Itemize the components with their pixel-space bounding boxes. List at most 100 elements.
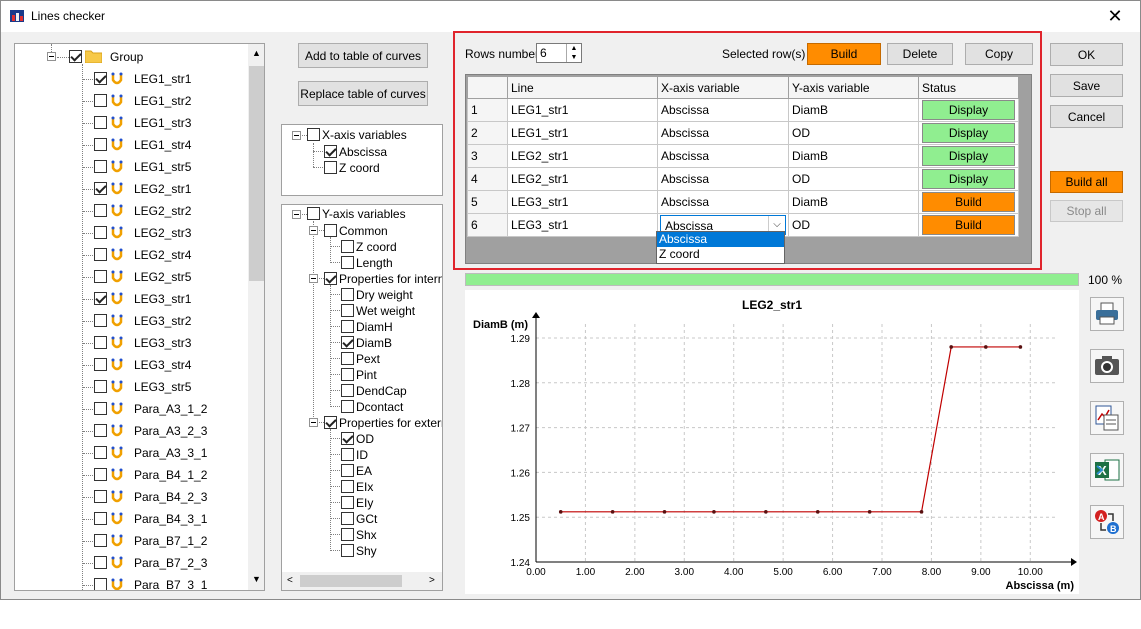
y-group-row[interactable]: Common — [282, 223, 442, 239]
y-variable-checkbox[interactable] — [341, 320, 354, 333]
tree-line-item[interactable]: LEG2_str3 — [15, 224, 248, 246]
lines-tree-scrollbar[interactable]: ▲ ▼ — [248, 44, 264, 590]
line-checkbox[interactable] — [94, 138, 107, 151]
y-variable-checkbox[interactable] — [341, 528, 354, 541]
table-header-x[interactable]: X-axis variable — [657, 76, 789, 99]
y-variable-item[interactable]: Dry weight — [282, 287, 442, 303]
tree-line-item[interactable]: LEG1_str4 — [15, 136, 248, 158]
tree-line-item[interactable]: LEG1_str3 — [15, 114, 248, 136]
y-variable-cell[interactable]: DiamB — [788, 144, 919, 168]
y-variable-checkbox[interactable] — [341, 512, 354, 525]
y-variable-item[interactable]: DiamH — [282, 319, 442, 335]
tree-line-item[interactable]: LEG1_str1 — [15, 70, 248, 92]
y-variable-cell[interactable]: DiamB — [788, 98, 919, 122]
y-group-row[interactable]: Properties for external — [282, 415, 442, 431]
tree-line-item[interactable]: LEG1_str5 — [15, 158, 248, 180]
tree-group-row[interactable]: Group — [15, 48, 248, 70]
scroll-up-icon[interactable]: ▲ — [252, 48, 261, 58]
line-checkbox[interactable] — [94, 314, 107, 327]
table-row[interactable]: 1 LEG1_str1 Abscissa DiamB Display — [467, 98, 1019, 122]
line-checkbox[interactable] — [94, 578, 107, 590]
dropdown-option[interactable]: Z coord — [657, 247, 784, 263]
copy-button[interactable]: Copy — [965, 43, 1033, 65]
line-checkbox[interactable] — [94, 160, 107, 173]
spin-down-icon[interactable]: ▼ — [567, 53, 581, 62]
status-button[interactable]: Display — [922, 123, 1015, 143]
save-button[interactable]: Save — [1050, 74, 1123, 97]
x-variable-checkbox[interactable] — [324, 161, 337, 174]
x-variable-cell[interactable]: Abscissa — [657, 190, 789, 214]
group-checkbox[interactable] — [69, 50, 82, 63]
scroll-left-icon[interactable]: < — [287, 575, 293, 586]
status-button[interactable]: Display — [922, 169, 1015, 189]
tree-line-item[interactable]: Para_B4_2_3 — [15, 488, 248, 510]
y-variable-checkbox[interactable] — [341, 432, 354, 445]
line-checkbox[interactable] — [94, 226, 107, 239]
delete-button[interactable]: Delete — [887, 43, 953, 65]
tree-line-item[interactable]: LEG3_str4 — [15, 356, 248, 378]
tree-line-item[interactable]: LEG2_str4 — [15, 246, 248, 268]
line-checkbox[interactable] — [94, 512, 107, 525]
tree-line-item[interactable]: Para_B7_1_2 — [15, 532, 248, 554]
y-variable-cell[interactable]: OD — [788, 121, 919, 145]
tree-line-item[interactable]: Para_B4_3_1 — [15, 510, 248, 532]
line-checkbox[interactable] — [94, 94, 107, 107]
tree-line-item[interactable]: Para_A3_2_3 — [15, 422, 248, 444]
y-variable-cell[interactable]: OD — [788, 213, 919, 237]
y-variable-checkbox[interactable] — [341, 256, 354, 269]
tree-line-item[interactable]: LEG3_str5 — [15, 378, 248, 400]
table-row[interactable]: 4 LEG2_str1 Abscissa OD Display — [467, 167, 1019, 191]
line-cell[interactable]: LEG2_str1 — [507, 167, 658, 191]
status-button[interactable]: Display — [922, 146, 1015, 166]
line-checkbox[interactable] — [94, 402, 107, 415]
line-checkbox[interactable] — [94, 72, 107, 85]
y-variable-item[interactable]: Shy — [282, 543, 442, 559]
y-group-checkbox[interactable] — [324, 272, 337, 285]
printer-icon[interactable] — [1090, 297, 1124, 331]
y-variable-checkbox[interactable] — [341, 464, 354, 477]
y-variable-checkbox[interactable] — [341, 480, 354, 493]
x-root-checkbox[interactable] — [307, 128, 320, 141]
x-variable-cell[interactable]: Abscissa — [657, 121, 789, 145]
ok-button[interactable]: OK — [1050, 43, 1123, 66]
y-variable-item[interactable]: ID — [282, 447, 442, 463]
x-variable-cell[interactable]: Abscissa — [657, 98, 789, 122]
status-button[interactable]: Build — [922, 192, 1015, 212]
tree-line-item[interactable]: LEG2_str2 — [15, 202, 248, 224]
scroll-thumb[interactable] — [249, 66, 264, 281]
line-checkbox[interactable] — [94, 380, 107, 393]
line-checkbox[interactable] — [94, 490, 107, 503]
swap-ab-icon[interactable]: A B — [1090, 505, 1124, 539]
dropdown-option[interactable]: Abscissa — [657, 232, 784, 247]
y-root-checkbox[interactable] — [307, 207, 320, 220]
tree-line-item[interactable]: LEG2_str1 — [15, 180, 248, 202]
line-cell[interactable]: LEG3_str1 — [507, 213, 658, 237]
y-variable-item[interactable]: Length — [282, 255, 442, 271]
line-checkbox[interactable] — [94, 116, 107, 129]
y-variable-checkbox[interactable] — [341, 336, 354, 349]
x-variable-checkbox[interactable] — [324, 145, 337, 158]
tree-line-item[interactable]: Para_A3_1_2 — [15, 400, 248, 422]
line-checkbox[interactable] — [94, 534, 107, 547]
tree-line-item[interactable]: LEG3_str2 — [15, 312, 248, 334]
x-variable-item[interactable]: Abscissa — [282, 144, 442, 160]
line-checkbox[interactable] — [94, 446, 107, 459]
y-group-checkbox[interactable] — [324, 224, 337, 237]
excel-export-icon[interactable]: X — [1090, 453, 1124, 487]
y-variable-item[interactable]: Pint — [282, 367, 442, 383]
y-variable-checkbox[interactable] — [341, 352, 354, 365]
camera-icon[interactable] — [1090, 349, 1124, 383]
replace-table-button[interactable]: Replace table of curves — [298, 81, 428, 106]
line-cell[interactable]: LEG2_str1 — [507, 144, 658, 168]
table-row[interactable]: 2 LEG1_str1 Abscissa OD Display — [467, 121, 1019, 145]
y-variable-item[interactable]: Pext — [282, 351, 442, 367]
line-cell[interactable]: LEG3_str1 — [507, 190, 658, 214]
tree-line-item[interactable]: LEG3_str3 — [15, 334, 248, 356]
line-checkbox[interactable] — [94, 358, 107, 371]
y-variable-checkbox[interactable] — [341, 304, 354, 317]
x-variable-cell[interactable]: Abscissa — [657, 144, 789, 168]
table-header-y[interactable]: Y-axis variable — [788, 76, 919, 99]
y-variable-item[interactable]: Z coord — [282, 239, 442, 255]
y-variable-checkbox[interactable] — [341, 496, 354, 509]
x-variable-item[interactable]: Z coord — [282, 160, 442, 176]
